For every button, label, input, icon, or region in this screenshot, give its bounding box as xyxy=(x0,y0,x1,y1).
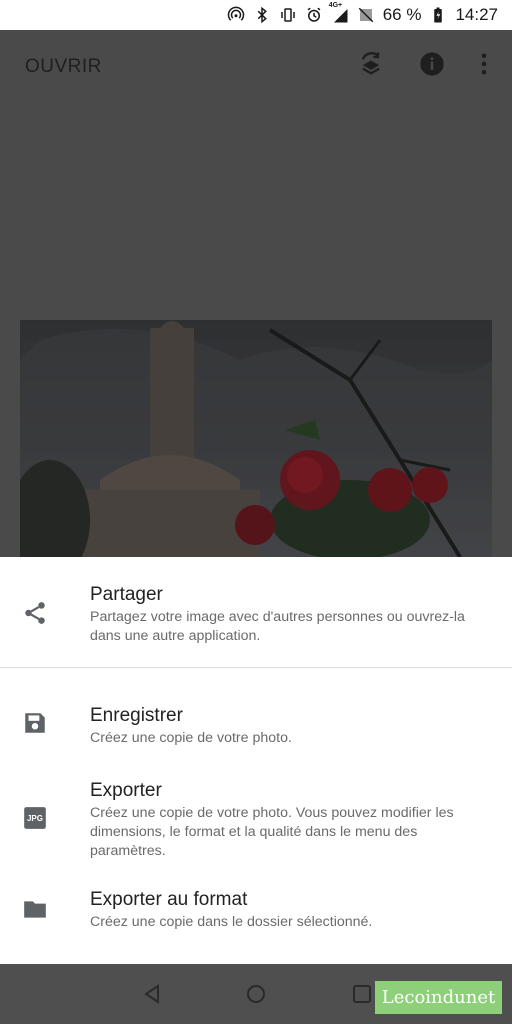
bluetooth-icon xyxy=(253,6,271,24)
signal-icon: 4G+ xyxy=(329,2,349,24)
share-option[interactable]: Partager Partagez votre image avec d'aut… xyxy=(0,557,512,667)
open-button[interactable]: OUVRIR xyxy=(25,56,102,78)
hotspot-icon xyxy=(227,6,245,24)
share-bottom-sheet: Partager Partagez votre image avec d'aut… xyxy=(0,557,512,964)
battery-percentage: 66 % xyxy=(382,5,422,24)
home-icon[interactable] xyxy=(244,982,268,1006)
share-description: Partagez votre image avec d'autres perso… xyxy=(90,609,465,644)
export-option[interactable]: JPG Exporter Créez une copie de votre ph… xyxy=(0,772,512,867)
layers-rotate-icon[interactable] xyxy=(357,50,385,78)
export-description: Créez une copie de votre photo. Vous pou… xyxy=(90,805,454,859)
jpg-icon: JPG xyxy=(22,805,48,831)
battery-charging-icon xyxy=(429,6,447,24)
export-title: Exporter xyxy=(90,780,162,801)
folder-icon xyxy=(22,896,48,922)
status-bar: 4G+ 66 % 14:27 xyxy=(0,0,512,30)
divider xyxy=(0,667,512,668)
watermark: Lecoindunet xyxy=(375,981,502,1014)
save-option[interactable]: Enregistrer Créez une copie de votre pho… xyxy=(0,695,512,755)
recents-icon[interactable] xyxy=(350,982,374,1006)
share-title: Partager xyxy=(90,584,163,605)
photo-preview xyxy=(20,320,492,557)
more-vert-icon[interactable] xyxy=(470,50,498,78)
export-format-option[interactable]: Exporter au format Créez une copie dans … xyxy=(0,882,512,942)
back-icon[interactable] xyxy=(140,982,164,1006)
alarm-icon xyxy=(305,6,323,24)
export-format-description: Créez une copie dans le dossier sélectio… xyxy=(90,914,373,930)
clock: 14:27 xyxy=(455,5,498,24)
no-sim-icon xyxy=(357,6,375,24)
jpg-icon-label: JPG xyxy=(26,813,43,823)
save-title: Enregistrer xyxy=(90,705,183,726)
info-icon[interactable] xyxy=(418,50,446,78)
save-description: Créez une copie de votre photo. xyxy=(90,730,292,746)
save-icon xyxy=(22,710,48,736)
export-format-title: Exporter au format xyxy=(90,889,248,910)
vibrate-icon xyxy=(279,6,297,24)
network-type-label: 4G+ xyxy=(328,2,343,9)
share-icon xyxy=(22,600,48,626)
